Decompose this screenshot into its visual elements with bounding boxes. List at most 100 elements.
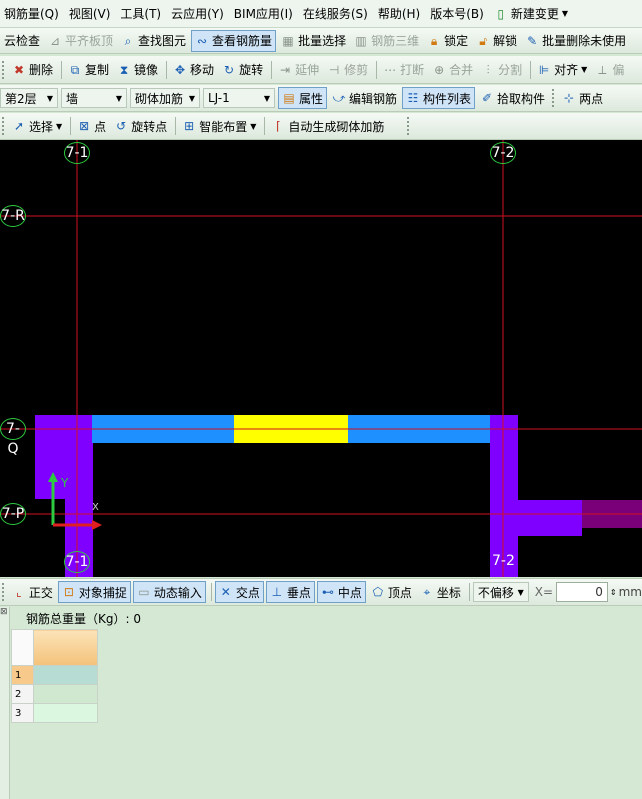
separator — [70, 117, 72, 135]
smart-layout-button[interactable]: ⊞ 智能布置 ▼ — [179, 115, 259, 137]
split-button[interactable]: ⫶ 分割 — [478, 59, 525, 81]
component-select[interactable]: LJ-1 ▼ — [203, 88, 275, 108]
document-icon: ▯ — [497, 6, 505, 21]
table-cell[interactable] — [33, 684, 98, 704]
panel-pin-icon[interactable]: ⊠ — [0, 607, 8, 617]
rotate-button[interactable]: ↻ 旋转 — [219, 59, 266, 81]
vertex-label: 顶点 — [387, 585, 412, 600]
floor-select[interactable]: 第2层 ▼ — [0, 88, 58, 108]
drawing-canvas[interactable]: 7-1 7-2 7-1 7-2 7-R 7-Q 7-P Y X — [0, 140, 642, 577]
menu-version[interactable]: 版本号(B) — [426, 5, 490, 22]
column-right-arm[interactable] — [490, 500, 582, 536]
menu-cloud[interactable]: 云应用(Y) — [167, 5, 230, 22]
row-header[interactable]: 3 — [11, 703, 34, 723]
rebar-3d-button[interactable]: ▥ 钢筋三维 — [351, 30, 422, 52]
x-stepper-icon[interactable]: ⇕ — [610, 588, 617, 597]
table-row[interactable]: 1 — [11, 665, 98, 685]
unit-label: mm — [618, 585, 642, 599]
toolbar-grip[interactable] — [2, 583, 6, 601]
mirror-button[interactable]: ⧗ 镜像 — [114, 59, 161, 81]
properties-icon: ▤ — [283, 91, 295, 105]
two-points-button[interactable]: ⊹ 两点 — [559, 87, 606, 109]
category-select[interactable]: 墙 ▼ — [61, 88, 127, 108]
merge-button[interactable]: ⊕ 合并 — [429, 59, 476, 81]
panel-splitter[interactable] — [0, 607, 10, 799]
row-header[interactable]: 2 — [11, 684, 34, 704]
menu-view[interactable]: 视图(V) — [65, 5, 117, 22]
axis-label-7-2-bottom[interactable]: 7-2 — [492, 553, 515, 569]
intersection-label: 交点 — [235, 585, 260, 600]
axis-bubble-7-r[interactable]: 7-R — [0, 205, 26, 227]
edit-rebar-button[interactable]: ⤻ 编辑钢筋 — [329, 87, 400, 109]
table-cell[interactable] — [33, 703, 98, 723]
midpoint-snap-button[interactable]: ⊷ 中点 — [316, 581, 366, 603]
component-type-select[interactable]: 砌体加筋 ▼ — [130, 88, 200, 108]
menu-bar: 钢筋量(Q) 视图(V) 工具(T) 云应用(Y) BIM应用(I) 在线服务(… — [0, 0, 642, 28]
toolbar-grip[interactable] — [407, 117, 411, 135]
trim-button[interactable]: ⊣ 修剪 — [324, 59, 371, 81]
offset-icon: ⟂ — [598, 62, 607, 77]
offset-button[interactable]: ⟂ 偏 — [592, 59, 627, 81]
batch-delete-button[interactable]: ✎ 批量删除未使用 — [522, 30, 629, 52]
axis-bubble-7-1-top[interactable]: 7-1 — [64, 142, 90, 164]
vertex-snap-button[interactable]: ⬠ 顶点 — [368, 581, 415, 603]
menu-help[interactable]: 帮助(H) — [374, 5, 426, 22]
break-button[interactable]: ⋯ 打断 — [380, 59, 427, 81]
move-button[interactable]: ✥ 移动 — [170, 59, 217, 81]
batch-select-button[interactable]: ▦ 批量选择 — [278, 30, 349, 52]
menu-bim[interactable]: BIM应用(I) — [230, 5, 299, 22]
axis-bubble-7-q[interactable]: 7-Q — [0, 418, 26, 457]
lock-button[interactable]: 🔒︎ 锁定 — [424, 30, 471, 52]
table-row[interactable]: 3 — [11, 703, 98, 723]
toolbar-grip[interactable] — [552, 89, 556, 107]
table-row[interactable]: 2 — [11, 684, 98, 704]
table-cell[interactable] — [33, 665, 98, 685]
toolbar-component: 第2层 ▼ 墙 ▼ 砌体加筋 ▼ LJ-1 ▼ ▤ 属性 ⤻ 编辑钢筋 ☷ 构件… — [0, 85, 642, 112]
pick-component-button[interactable]: ✐ 拾取构件 — [477, 87, 548, 109]
unlock-icon: 🔓︎ — [479, 33, 487, 48]
merge-icon: ⊕ — [434, 62, 445, 77]
edit-rebar-icon: ⤻ — [332, 91, 346, 105]
flush-slab-button[interactable]: ⊿ 平齐板顶 — [45, 30, 116, 52]
menu-online[interactable]: 在线服务(S) — [299, 5, 374, 22]
axis-bubble-7-1-bottom[interactable]: 7-1 — [64, 551, 90, 573]
toolbar-grip[interactable] — [2, 117, 6, 135]
object-snap-button[interactable]: ⊡ 对象捕捉 — [57, 581, 131, 603]
x-coordinate-input[interactable]: 0 — [556, 582, 608, 602]
row-header[interactable]: 1 — [11, 665, 34, 685]
delete-button[interactable]: ✖ 删除 — [9, 59, 56, 81]
object-snap-label: 对象捕捉 — [78, 585, 127, 600]
coordinate-snap-button[interactable]: ⌖ 坐标 — [417, 581, 464, 603]
view-rebar-button[interactable]: ∾ 查看钢筋量 — [191, 29, 277, 52]
unlock-button[interactable]: 🔓︎ 解锁 — [473, 30, 520, 52]
offset-mode-value: 不偏移 — [477, 585, 514, 600]
menu-tools[interactable]: 工具(T) — [116, 5, 167, 22]
find-element-button[interactable]: ⌕ 查找图元 — [118, 30, 189, 52]
ortho-button[interactable]: ⌞ 正交 — [9, 581, 56, 603]
axis-bubble-7-2-top[interactable]: 7-2 — [490, 142, 516, 164]
toolbar-grip[interactable] — [2, 60, 6, 79]
cloud-check-button[interactable]: 云检查 — [0, 30, 43, 52]
menu-new-change[interactable]: ▯ 新建变更 ▼ — [490, 5, 574, 22]
select-button[interactable]: ➚ 选择 ▼ — [9, 115, 65, 137]
dynamic-input-button[interactable]: ▭ 动态输入 — [132, 581, 206, 603]
table-corner[interactable] — [11, 629, 34, 666]
perpendicular-snap-button[interactable]: ⊥ 垂点 — [265, 581, 315, 603]
rotate-point-icon: ↺ — [116, 119, 127, 133]
align-button[interactable]: ⊫ 对齐 ▼ — [534, 59, 590, 81]
menu-rebar[interactable]: 钢筋量(Q) — [0, 5, 65, 22]
auto-generate-button[interactable]: ⌈ 自动生成砌体加筋 — [268, 115, 387, 137]
lock-label: 锁定 — [444, 34, 469, 48]
rotate-point-button[interactable]: ↺ 旋转点 — [111, 115, 170, 137]
chevron-down-icon: ▼ — [517, 587, 524, 597]
offset-mode-select[interactable]: 不偏移 ▼ — [472, 582, 529, 602]
point-button[interactable]: ⊠ 点 — [74, 115, 109, 137]
table-header-cell[interactable] — [33, 629, 98, 666]
dynamic-input-label: 动态输入 — [153, 585, 202, 600]
copy-button[interactable]: ⧉ 复制 — [65, 59, 112, 81]
axis-bubble-7-p[interactable]: 7-P — [0, 503, 26, 525]
properties-button[interactable]: ▤ 属性 — [278, 87, 328, 109]
intersection-snap-button[interactable]: ✕ 交点 — [214, 581, 264, 603]
component-list-button[interactable]: ☷ 构件列表 — [402, 87, 476, 109]
extend-button[interactable]: ⇥ 延伸 — [275, 59, 322, 81]
